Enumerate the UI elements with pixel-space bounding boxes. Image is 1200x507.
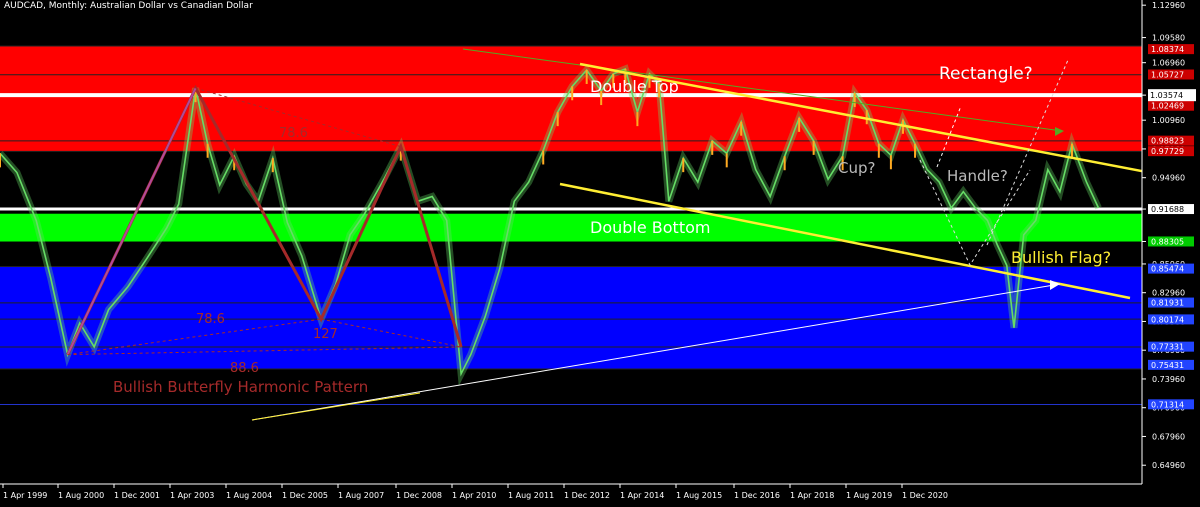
current-price-label: 1.03574 (1150, 91, 1183, 100)
y-tick-label: 0.73960 (1152, 375, 1185, 384)
x-tick-label: 1 Apr 2014 (620, 491, 664, 500)
fib-label: 78.6 (196, 312, 225, 327)
y-tick-label: 0.64960 (1152, 461, 1185, 470)
bullish-flag-label: Bullish Flag? (1011, 248, 1111, 267)
price-chart: Double Top Rectangle? Cup? Handle? Double Bo… (0, 0, 1200, 507)
cup-label: Cup? (838, 159, 875, 177)
chart-title: AUDCAD, Monthly: Australian Dollar vs Ca… (4, 1, 253, 11)
long-support-trendline-start (251, 392, 421, 421)
level-label: 0.80174 (1151, 315, 1184, 324)
fib-label: 127 (313, 327, 338, 342)
fib-label: 78.6 (279, 126, 308, 141)
x-tick-label: 1 Apr 2003 (170, 491, 214, 500)
level-label: 0.97729 (1151, 147, 1184, 156)
y-tick-label: 0.67960 (1152, 432, 1185, 441)
x-tick-label: 1 Dec 2001 (114, 491, 160, 500)
level-label: 0.75431 (1151, 361, 1184, 370)
x-tick-label: 1 Dec 2020 (902, 491, 948, 500)
y-tick-label: 0.94960 (1152, 174, 1185, 183)
x-tick-label: 1 Apr 1999 (3, 491, 47, 500)
x-tick-label: 1 Aug 2000 (58, 491, 104, 500)
x-tick-label: 1 Dec 2005 (282, 491, 328, 500)
harmonic-pattern-label: Bullish Butterfly Harmonic Pattern (113, 378, 368, 396)
y-tick-label: 1.00960 (1152, 116, 1185, 125)
level-label: 0.98823 (1151, 137, 1184, 146)
x-tick-label: 1 Aug 2004 (226, 491, 272, 500)
rectangle-label: Rectangle? (939, 64, 1033, 84)
double-top-label: Double Top (590, 77, 679, 96)
x-tick-label: 1 Aug 2019 (846, 491, 892, 500)
level-label: 0.71314 (1151, 400, 1184, 409)
level-label: 0.91688 (1151, 205, 1184, 214)
level-label: 0.88305 (1151, 237, 1184, 246)
handle-label: Handle? (947, 167, 1008, 185)
level-label: 0.77331 (1151, 343, 1184, 352)
x-tick-label: 1 Dec 2012 (564, 491, 610, 500)
x-tick-label: 1 Aug 2015 (676, 491, 722, 500)
x-tick-label: 1 Dec 2008 (396, 491, 442, 500)
y-tick-label: 0.82960 (1152, 289, 1185, 298)
zone-demand (0, 266, 1142, 369)
x-tick-label: 1 Dec 2016 (734, 491, 780, 500)
x-tick-label: 1 Aug 2007 (338, 491, 384, 500)
x-tick-label: 1 Apr 2018 (790, 491, 834, 500)
fib-label: 88.6 (230, 361, 259, 376)
y-tick-label: 1.09580 (1152, 34, 1185, 43)
level-label: 0.81931 (1151, 299, 1184, 308)
double-bottom-label: Double Bottom (590, 218, 710, 237)
level-label: 1.08374 (1151, 45, 1184, 54)
level-label: 1.05727 (1151, 70, 1184, 79)
y-tick-label: 1.12960 (1152, 1, 1185, 10)
level-label: 0.85474 (1151, 265, 1184, 274)
level-label: 1.02469 (1151, 102, 1184, 111)
x-tick-label: 1 Aug 2011 (508, 491, 554, 500)
x-tick-label: 1 Apr 2010 (452, 491, 496, 500)
y-tick-label: 1.06960 (1152, 59, 1185, 68)
